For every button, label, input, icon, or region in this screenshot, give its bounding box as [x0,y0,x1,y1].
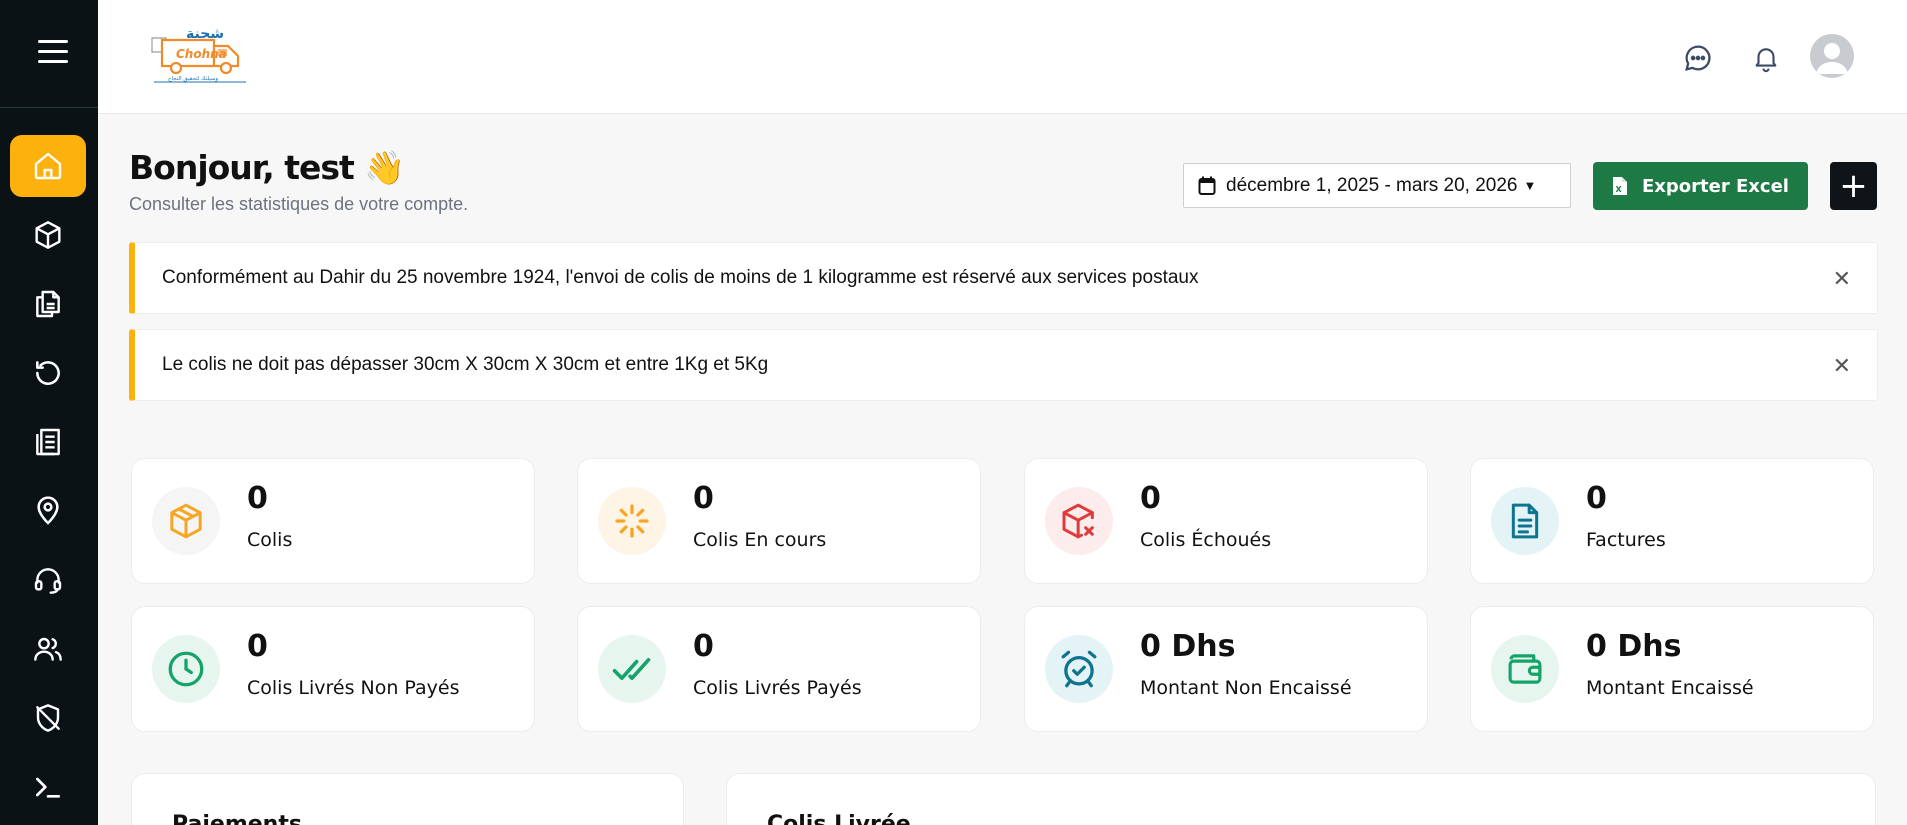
box-x-icon [1045,487,1113,555]
logo[interactable]: Chohna شحنة وسيلتك لتحقيق النجاح [146,22,254,86]
sidebar-item-locations[interactable] [10,480,86,542]
alert-text: Conformément au Dahir du 25 novembre 192… [162,267,1199,288]
stat-card-colis[interactable]: 0 Colis [131,458,535,584]
stat-value: 0 [693,629,714,664]
sidebar-item-documents[interactable] [10,273,86,335]
stat-label: Colis Livrés Non Payés [247,677,460,699]
stat-label: Montant Encaissé [1586,677,1754,699]
excel-file-icon: X [1613,177,1628,195]
loader-icon [598,487,666,555]
top-bar: Chohna شحنة وسيلتك لتحقيق النجاح [98,0,1907,114]
stat-value: 0 [1140,481,1161,516]
export-excel-button[interactable]: X Exporter Excel [1593,162,1808,210]
stat-label: Colis Échoués [1140,529,1272,551]
close-icon[interactable]: ✕ [1833,267,1851,292]
stat-label: Factures [1586,529,1666,551]
check-double-icon [598,635,666,703]
sidebar-item-invoices[interactable] [10,411,86,473]
logo-text: Chohna [176,47,227,61]
file-text-icon [1491,487,1559,555]
messages-icon[interactable] [1680,40,1716,76]
add-button[interactable]: + [1830,162,1877,210]
sidebar-item-returns[interactable] [10,342,86,404]
package-icon [35,221,61,249]
page-subtitle: Consulter les statistiques de votre comp… [129,194,469,214]
stat-card-livres-payes[interactable]: 0 Colis Livrés Payés [577,606,981,732]
alert-size-rule: Le colis ne doit pas dépasser 30cm X 30c… [129,329,1878,401]
stat-label: Montant Non Encaissé [1140,677,1352,699]
alert-weight-rule: Conformément au Dahir du 25 novembre 192… [129,242,1878,314]
notifications-bell-icon[interactable] [1748,40,1784,76]
home-icon [34,152,62,180]
stat-value: 0 [247,481,268,516]
stat-card-livres-non-payes[interactable]: 0 Colis Livrés Non Payés [131,606,535,732]
stat-value: 0 [693,481,714,516]
terminal-icon [36,777,60,798]
panel-paiements: Paiements [131,773,684,825]
panel-title: Colis Livrée [767,812,911,825]
stat-card-montant-non-encaisse[interactable]: 0 Dhs Montant Non Encaissé [1024,606,1428,732]
returns-icon [36,361,60,385]
sidebar-item-terminal[interactable] [10,756,86,818]
stat-value: 0 Dhs [1140,629,1236,664]
date-range-value: décembre 1, 2025 - mars 20, 2026 [1226,174,1518,196]
stat-card-montant-encaisse[interactable]: 0 Dhs Montant Encaissé [1470,606,1874,732]
alarm-check-icon [1045,635,1113,703]
sidebar-item-support[interactable] [10,549,86,611]
date-range-picker[interactable]: décembre 1, 2025 - mars 20, 2026 ▼ [1183,163,1571,208]
clock-icon [152,635,220,703]
stat-label: Colis Livrés Payés [693,677,862,699]
box-icon [152,487,220,555]
stat-card-colis-echoues[interactable]: 0 Colis Échoués [1024,458,1428,584]
close-icon[interactable]: ✕ [1833,354,1851,379]
caret-down-icon: ▼ [1523,178,1537,193]
stat-value: 0 Dhs [1586,629,1682,664]
sidebar-item-users[interactable] [10,618,86,680]
sidebar [0,0,98,825]
stat-label: Colis En cours [693,529,827,551]
user-avatar[interactable] [1810,34,1854,78]
stat-value: 0 [247,629,268,664]
shield-off-icon [36,704,60,732]
svg-text:شحنة: شحنة [186,26,224,42]
logo-tagline: وسيلتك لتحقيق النجاح [168,76,218,82]
export-excel-label: Exporter Excel [1642,175,1789,197]
sidebar-item-packages[interactable] [10,204,86,266]
alert-text: Le colis ne doit pas dépasser 30cm X 30c… [162,354,769,375]
panel-title: Paiements [172,812,302,825]
svg-text:X: X [1616,185,1623,194]
users-icon [34,637,62,661]
sidebar-item-security[interactable] [10,687,86,749]
documents-icon [36,290,60,318]
location-icon [37,496,59,525]
sidebar-divider [0,107,98,108]
stat-value: 0 [1586,481,1607,516]
hamburger-menu-icon[interactable] [38,40,68,66]
stat-card-factures[interactable]: 0 Factures [1470,458,1874,584]
stat-label: Colis [247,529,293,551]
support-headset-icon [34,568,62,594]
calendar-icon [1198,176,1216,195]
page-title: Bonjour, test 👋 [129,148,405,187]
sidebar-item-home[interactable] [10,135,86,197]
wallet-icon [1491,635,1559,703]
invoice-icon [36,428,60,456]
panel-colis-livree: Colis Livrée [726,773,1876,825]
stat-card-colis-en-cours[interactable]: 0 Colis En cours [577,458,981,584]
